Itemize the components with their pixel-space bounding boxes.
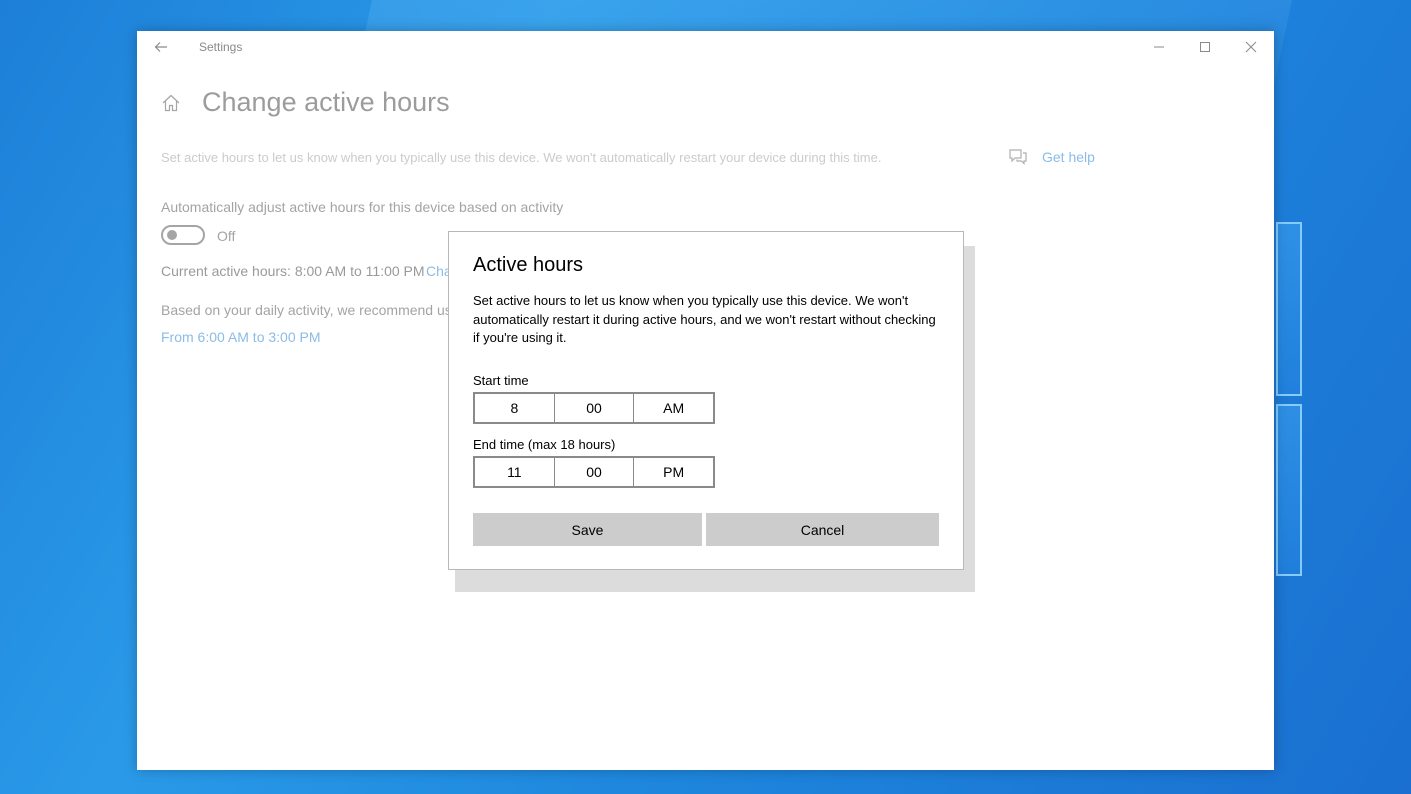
end-period[interactable]: PM [634, 458, 713, 486]
start-minute[interactable]: 00 [555, 394, 635, 422]
windows-logo-pane-top [1276, 222, 1302, 396]
start-period[interactable]: AM [634, 394, 713, 422]
back-button[interactable] [147, 35, 175, 59]
close-button[interactable] [1228, 31, 1274, 63]
home-icon [162, 94, 180, 112]
maximize-button[interactable] [1182, 31, 1228, 63]
start-time-picker[interactable]: 8 00 AM [473, 392, 715, 424]
active-hours-dialog: Active hours Set active hours to let us … [448, 231, 964, 570]
auto-adjust-toggle[interactable] [161, 225, 205, 245]
current-active-hours: Current active hours: 8:00 AM to 11:00 P… [161, 263, 425, 279]
page-title: Change active hours [202, 87, 450, 117]
back-arrow-icon [154, 42, 167, 52]
dialog-title: Active hours [473, 254, 584, 276]
end-time-picker[interactable]: 11 00 PM [473, 456, 715, 488]
start-time-label: Start time [473, 373, 529, 388]
end-time-label: End time (max 18 hours) [473, 437, 616, 452]
recommended-hours-link[interactable]: From 6:00 AM to 3:00 PM [161, 329, 321, 345]
toggle-knob [167, 230, 177, 240]
app-title: Settings [199, 40, 243, 54]
end-minute[interactable]: 00 [555, 458, 635, 486]
cancel-button[interactable]: Cancel [706, 513, 939, 546]
end-hour[interactable]: 11 [475, 458, 555, 486]
help-chat-icon [1009, 149, 1027, 165]
close-icon [1245, 41, 1257, 53]
recommendation-text: Based on your daily activity, we recomme… [161, 302, 452, 318]
maximize-icon [1200, 42, 1210, 52]
auto-adjust-label: Automatically adjust active hours for th… [161, 199, 564, 215]
start-hour[interactable]: 8 [475, 394, 555, 422]
page-description: Set active hours to let us know when you… [161, 150, 882, 165]
get-help-link[interactable]: Get help [1042, 149, 1095, 165]
minimize-button[interactable] [1136, 31, 1182, 63]
dialog-description: Set active hours to let us know when you… [473, 293, 936, 345]
title-bar: Settings [137, 31, 1274, 63]
toggle-state-label: Off [217, 228, 236, 244]
minimize-icon [1154, 46, 1164, 48]
windows-logo-pane-bottom [1276, 404, 1302, 576]
save-button[interactable]: Save [473, 513, 702, 546]
help-icon-wrapper[interactable] [1007, 147, 1029, 172]
home-button[interactable] [161, 93, 181, 118]
